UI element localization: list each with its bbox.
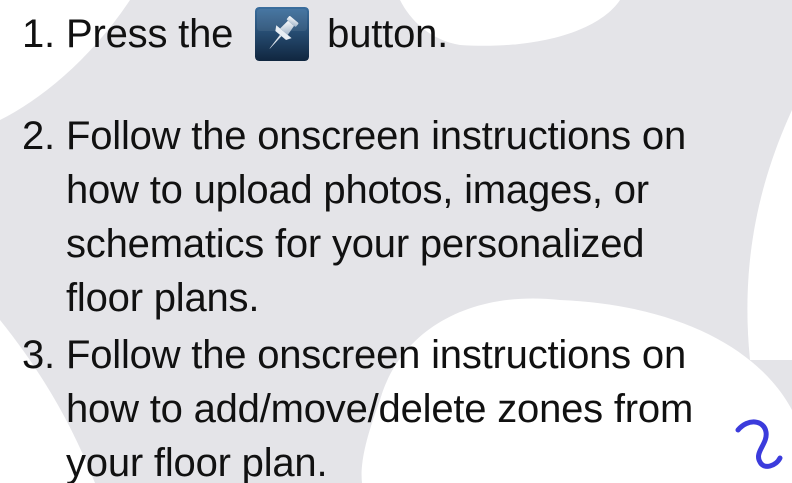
step-1-number: 1. (22, 12, 55, 56)
step-1: 1. Press the button. (22, 7, 448, 61)
step-3-line-2: how to add/move/delete zones from (66, 387, 694, 431)
step-3-text-1: Follow the onscreen instructions on (66, 333, 686, 377)
step-2-text-1: Follow the onscreen instructions on (66, 114, 686, 158)
step-1-line: 1. Press the button. (22, 7, 448, 61)
step-3-number: 3. (22, 333, 55, 377)
step-2-line-3: schematics for your personalized (66, 222, 645, 266)
step-1-text-after-icon: button. (327, 12, 449, 56)
push-pin-icon (255, 7, 310, 61)
step-3: 3. Follow the onscreen instructions on ho… (22, 328, 693, 483)
step-3-line-1: 3. Follow the onscreen instructions on (22, 328, 693, 382)
step-2-line-1: 2. Follow the onscreen instructions on (22, 109, 686, 163)
step-2-number: 2. (22, 114, 55, 158)
step-2-line-2: how to upload photos, images, or (66, 168, 649, 212)
step-1-text-before-icon: Press the (66, 12, 234, 56)
step-3-line-3: your floor plan. (66, 441, 328, 483)
step-2-line-4: floor plans. (66, 276, 260, 320)
instructions-page: 1. Press the button. 2. Follow the onscr… (0, 0, 792, 483)
step-2: 2. Follow the onscreen instructions on ho… (22, 109, 686, 325)
